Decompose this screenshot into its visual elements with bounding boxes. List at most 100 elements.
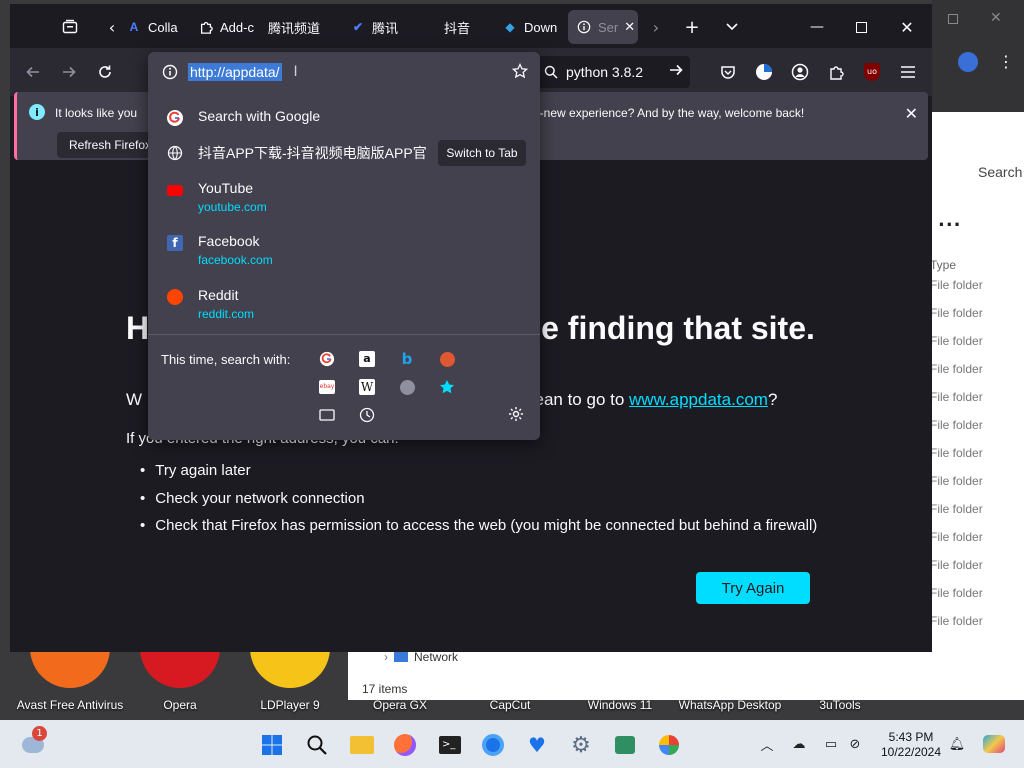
desktop-icon-label[interactable]: Avast Free Antivirus (15, 698, 125, 720)
clock[interactable]: 5:43 PM 10/22/2024 (876, 730, 946, 760)
url-input-value[interactable]: http://appdata/ (188, 63, 282, 81)
pocket-button[interactable] (716, 60, 740, 84)
tray-overflow-button[interactable]: ︿ (758, 735, 776, 754)
desktop-icon-label[interactable]: Windows 11 (565, 698, 675, 720)
profile-icon[interactable] (958, 52, 978, 72)
top-site-reddit[interactable]: Reddit reddit.com (156, 287, 532, 321)
desktop-icon-label[interactable]: Opera GX (345, 698, 455, 720)
explorer-row-type[interactable]: File folder (930, 558, 983, 586)
desktop-icon-label[interactable]: Opera (125, 698, 235, 720)
explorer-row-type[interactable]: File folder (930, 334, 983, 362)
wifi-status-button[interactable]: ⊘ (846, 735, 864, 753)
tab-6[interactable]: ◆ Down (494, 10, 562, 44)
extensions-button[interactable] (824, 60, 848, 84)
bookmarks-star-icon[interactable] (438, 378, 456, 396)
tab-7[interactable]: Ser ✕ (568, 10, 638, 44)
top-site-facebook[interactable]: f Facebook facebook.com (156, 233, 532, 267)
app-taskbar-button[interactable] (612, 732, 638, 758)
tabs-engine-icon[interactable] (318, 406, 336, 424)
explorer-row-type[interactable]: File folder (930, 306, 983, 334)
search-go-button[interactable] (668, 62, 684, 81)
did-you-mean-end: ? (767, 390, 778, 409)
explorer-row-type[interactable]: File folder (930, 530, 983, 558)
app-menu-button[interactable] (896, 60, 920, 84)
notification-close-button[interactable]: ✕ (905, 104, 918, 123)
terminal-taskbar-button[interactable]: >_ (437, 732, 463, 758)
close-tab-icon[interactable]: ✕ (624, 19, 635, 35)
google-engine-icon[interactable] (318, 350, 336, 368)
close-window-button[interactable]: ✕ (884, 14, 930, 40)
network-status-button[interactable]: ☁ (790, 735, 808, 753)
bookmark-star-button[interactable] (511, 62, 529, 83)
explorer-search-label[interactable]: Search (978, 164, 1022, 180)
tab-manager-button[interactable] (56, 14, 84, 40)
weather-widget[interactable]: 1 (20, 726, 47, 758)
explorer-row-type[interactable]: File folder (930, 418, 983, 446)
tab-1[interactable]: A Colla (118, 10, 182, 44)
explorer-type-header[interactable]: Type (930, 258, 956, 272)
url-bar[interactable]: http://appdata/ I (148, 52, 540, 92)
kebab-menu-icon[interactable]: ⋮ (998, 52, 1014, 71)
switch-to-tab-button[interactable]: Switch to Tab (438, 140, 526, 166)
explorer-row-type[interactable]: File folder (930, 362, 983, 390)
wikipedia-engine-icon[interactable]: W (358, 378, 376, 396)
taskbar-search-button[interactable] (304, 732, 330, 758)
desktop-icon-label[interactable]: WhatsApp Desktop (675, 698, 785, 720)
search-with-google-row[interactable]: Search with Google (156, 108, 532, 127)
top-site-youtube[interactable]: YouTube youtube.com (156, 180, 532, 214)
tab-3[interactable]: 腾讯频道 (260, 10, 336, 44)
list-all-tabs-button[interactable] (718, 14, 746, 40)
hamburger-menu-icon (901, 66, 915, 78)
back-button[interactable] (18, 58, 48, 86)
extension-progress-button[interactable] (752, 60, 776, 84)
history-clock-icon[interactable] (358, 406, 376, 424)
explorer-row-type[interactable]: File folder (930, 278, 983, 306)
desktop-icon-label[interactable]: LDPlayer 9 (235, 698, 345, 720)
amazon-engine-icon[interactable]: a (358, 350, 376, 368)
display-icon: ▭ (824, 736, 838, 752)
suggested-url-link[interactable]: www.appdata.com (629, 390, 768, 409)
scroll-tabs-right-button[interactable]: › (642, 14, 670, 40)
health-app-taskbar-button[interactable]: ♥ (524, 732, 550, 758)
desktop-icon-label[interactable]: CapCut (455, 698, 565, 720)
pinwheel-taskbar-button[interactable] (656, 732, 682, 758)
ebay-engine-icon[interactable]: ebay (318, 378, 336, 396)
duckduckgo-engine-icon[interactable] (438, 350, 456, 368)
explorer-row-type[interactable]: File folder (930, 446, 983, 474)
ublock-button[interactable]: uo (860, 60, 884, 84)
tab-5[interactable]: 抖音 (436, 10, 486, 44)
settings-taskbar-button[interactable]: ⚙ (568, 732, 594, 758)
taskbar: 1 >_ ♥ ⚙ ︿ ☁ ▭ ⊘ 5:43 PM 10/22/2024 🔔︎ (0, 720, 1024, 768)
start-button[interactable] (259, 732, 285, 758)
display-button[interactable]: ▭ (822, 735, 840, 753)
minimize-button[interactable]: — (794, 14, 840, 40)
info-circle-icon[interactable] (162, 64, 178, 80)
new-tab-button[interactable]: + (678, 14, 706, 40)
explorer-row-type[interactable]: File folder (930, 474, 983, 502)
minimize-icon: — (810, 19, 824, 35)
tab-2[interactable]: Add-c (190, 10, 254, 44)
search-settings-button[interactable] (508, 406, 524, 426)
firefox-taskbar-button[interactable] (392, 732, 418, 758)
desktop-icon-label[interactable]: 3uTools (785, 698, 895, 720)
chrome-taskbar-button[interactable] (480, 732, 506, 758)
explorer-row-type[interactable]: File folder (930, 586, 983, 614)
notifications-button[interactable]: 🔔︎ (948, 735, 966, 753)
account-button[interactable] (788, 60, 812, 84)
explorer-row-type[interactable]: File folder (930, 390, 983, 418)
search-engine-icon[interactable] (398, 378, 416, 396)
bing-engine-icon[interactable]: b (398, 350, 416, 368)
copilot-button[interactable] (982, 735, 1006, 753)
tab-4[interactable]: ✔ 腾讯 (342, 10, 422, 44)
reload-button[interactable] (90, 58, 120, 86)
explorer-row-type[interactable]: File folder (930, 614, 983, 642)
facebook-icon: f (166, 234, 184, 252)
try-again-button[interactable]: Try Again (696, 572, 810, 604)
maximize-button[interactable] (838, 14, 884, 40)
explorer-more-button[interactable]: ... (938, 210, 962, 231)
explorer-row-type[interactable]: File folder (930, 502, 983, 530)
gear-icon (509, 407, 523, 421)
file-explorer-taskbar-button[interactable] (349, 732, 375, 758)
forward-button[interactable] (54, 58, 84, 86)
search-bar[interactable]: python 3.8.2 (536, 56, 690, 88)
